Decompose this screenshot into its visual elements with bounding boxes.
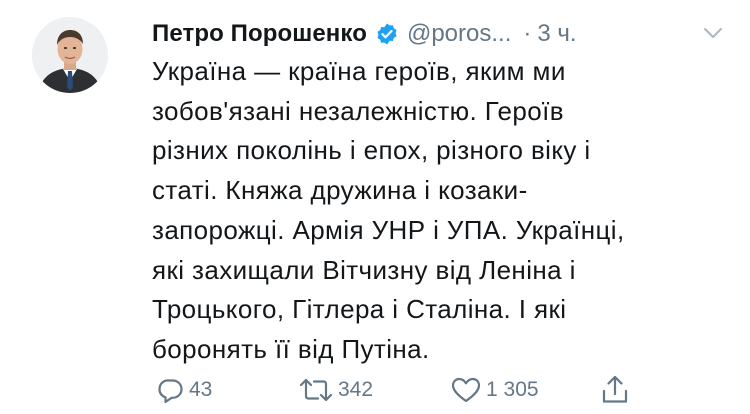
author-handle[interactable]: @poros...	[407, 20, 511, 48]
tweet-header: Петро Порошенко @poros... · 3 ч.	[152, 14, 732, 54]
like-button[interactable]: 1 305	[450, 370, 539, 410]
share-icon	[600, 374, 630, 406]
tweet-card: Петро Порошенко @poros... · 3 ч. Україна…	[0, 0, 750, 414]
tweet-text: Україна — країна героїв, яким ми зобов'я…	[152, 56, 625, 364]
author-name[interactable]: Петро Порошенко	[152, 20, 367, 48]
retweet-button[interactable]: 342	[298, 370, 373, 410]
verified-badge-icon	[375, 22, 399, 46]
reply-button[interactable]: 43	[155, 370, 212, 410]
tweet-timestamp[interactable]: 3 ч.	[537, 20, 576, 48]
retweet-icon	[298, 375, 334, 405]
avatar-photo	[32, 17, 108, 93]
retweet-count: 342	[338, 378, 374, 401]
like-count: 1 305	[486, 378, 539, 401]
heart-icon	[450, 375, 482, 405]
tweet-actions: 43 342 1 305	[152, 370, 732, 410]
share-button[interactable]	[600, 370, 630, 410]
meta-separator: ·	[523, 20, 532, 47]
reply-icon	[155, 375, 185, 405]
chevron-down-icon[interactable]	[702, 22, 724, 44]
reply-count: 43	[189, 378, 213, 401]
avatar[interactable]	[32, 17, 108, 93]
